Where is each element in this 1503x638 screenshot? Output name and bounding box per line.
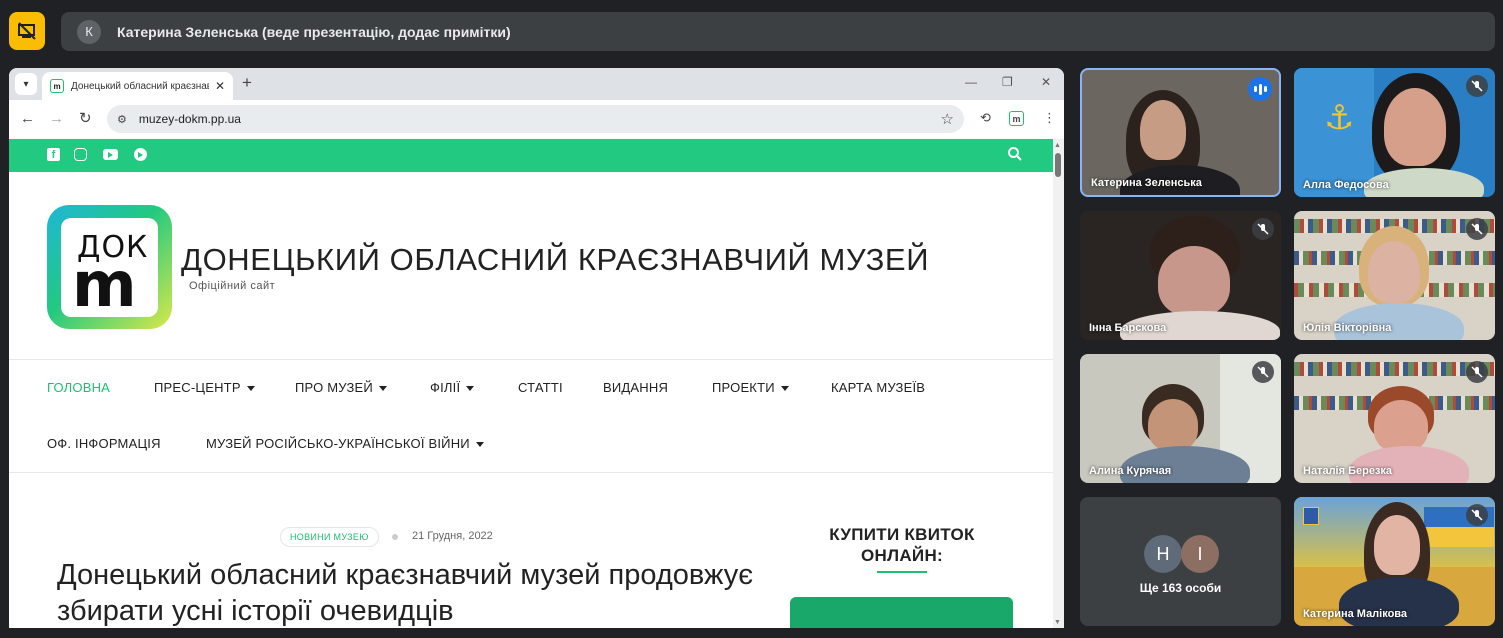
page-scrollbar[interactable]: ▲ ▼	[1053, 139, 1064, 628]
caret-down-icon	[246, 386, 255, 392]
telegram-icon[interactable]	[134, 148, 147, 161]
meeting-window: К Катерина Зеленська (веде презентацію, …	[0, 0, 1503, 638]
mic-off-icon	[1252, 361, 1274, 383]
present-off-icon	[18, 22, 36, 40]
buy-ticket-button[interactable]	[790, 597, 1013, 628]
divider	[9, 472, 1053, 473]
site-title[interactable]: ДОНЕЦЬКИЙ ОБЛАСНИЙ КРАЄЗНАВЧИЙ МУЗЕЙ	[181, 242, 929, 278]
mic-off-icon	[1252, 218, 1274, 240]
caret-down-icon	[378, 386, 387, 392]
youtube-icon[interactable]	[103, 149, 118, 160]
menu-item-official-info[interactable]: ОФ. ІНФОРМАЦІЯ	[47, 436, 161, 451]
menu-item-museum-map[interactable]: КАРТА МУЗЕЇВ	[831, 380, 925, 395]
menu-item-branches[interactable]: ФІЛІЇ	[430, 380, 475, 395]
anchor-emblem-icon: ⚓	[1324, 99, 1355, 137]
participant-name: Алина Курячая	[1089, 465, 1172, 477]
participant-name: Алла Федосова	[1303, 179, 1389, 191]
speaking-indicator-icon	[1248, 77, 1272, 101]
menu-item-projects[interactable]: ПРОЕКТИ	[712, 380, 789, 395]
facebook-icon[interactable]: f	[47, 148, 60, 161]
presenter-banner: К Катерина Зеленська (веде презентацію, …	[61, 12, 1495, 51]
site-favicon-icon: m	[50, 79, 64, 93]
mic-off-icon	[1466, 361, 1488, 383]
browser-toolbar: ← → ↻ ⚙ muzey-dokm.pp.ua ☆ ⟲ m ⋮	[9, 100, 1064, 139]
social-bar: f	[9, 139, 1053, 172]
participant-tile[interactable]: Інна Барскова	[1080, 211, 1281, 340]
reload-button[interactable]: ↻	[79, 110, 92, 128]
menu-item-about[interactable]: ПРО МУЗЕЙ	[295, 380, 387, 395]
participant-tile[interactable]: Алина Курячая	[1080, 354, 1281, 483]
more-menu-icon[interactable]: ⋮	[1043, 110, 1056, 126]
separator-dot	[392, 534, 398, 540]
extension-icon[interactable]: ⟲	[980, 110, 991, 126]
site-info-icon[interactable]: ⚙	[117, 113, 127, 126]
emblem-icon	[1303, 507, 1319, 525]
menu-item-press-center[interactable]: ПРЕС-ЦЕНТР	[154, 380, 255, 395]
scroll-down-icon[interactable]: ▼	[1054, 619, 1061, 626]
logo-letter: m	[72, 248, 137, 321]
participant-name: Катерина Зеленська	[1091, 177, 1202, 189]
menu-item-war-museum[interactable]: МУЗЕЙ РОСІЙСЬКО-УКРАЇНСЬКОЇ ВІЙНИ	[206, 436, 484, 451]
url-text: muzey-dokm.pp.ua	[138, 112, 241, 126]
mic-off-icon	[1466, 504, 1488, 526]
participant-name: Інна Барскова	[1089, 322, 1167, 334]
caret-down-icon	[780, 386, 789, 392]
restore-button[interactable]: ❐	[1002, 75, 1013, 89]
participant-tile[interactable]: Катерина Зеленська	[1080, 68, 1281, 197]
caret-down-icon	[466, 386, 475, 392]
mic-off-icon	[1466, 75, 1488, 97]
caret-down-icon	[475, 442, 484, 448]
menu-item-publications[interactable]: ВИДАННЯ	[603, 380, 668, 395]
post-date: 21 Грудня, 2022	[412, 530, 493, 542]
mic-off-icon	[1466, 218, 1488, 240]
divider	[9, 359, 1053, 360]
shared-browser-window: ▾ m Донецький обласний краєзнавчий музей…	[9, 68, 1064, 628]
close-window-button[interactable]: ✕	[1041, 75, 1051, 89]
new-tab-button[interactable]: +	[242, 74, 252, 92]
participant-tile[interactable]: ⚓ Алла Федосова	[1294, 68, 1495, 197]
participant-name: Юлія Вікторівна	[1303, 322, 1392, 334]
back-button[interactable]: ←	[20, 110, 35, 128]
instagram-icon[interactable]	[74, 148, 87, 161]
participant-name: Катерина Малікова	[1303, 608, 1408, 620]
tab-search-button[interactable]: ▾	[15, 73, 37, 95]
site-subtitle: Офіційний сайт	[189, 280, 276, 292]
participant-tile[interactable]: Юлія Вікторівна	[1294, 211, 1495, 340]
menu-item-articles[interactable]: СТАТТІ	[518, 380, 563, 395]
stop-presenting-button[interactable]	[9, 12, 45, 50]
website-content: f ДОК m ДОНЕЦЬКИЙ ОБЛАСНИЙ КРАЄЗНАВЧИЙ М…	[9, 139, 1053, 628]
site-extension-icon[interactable]: m	[1009, 111, 1024, 126]
minimize-button[interactable]: —	[965, 75, 977, 89]
more-participants-tile[interactable]: Н І Ще 163 особи	[1080, 497, 1281, 626]
tab-title: Донецький обласний краєзнавчий музей	[71, 80, 209, 92]
presenter-label: Катерина Зеленська (веде презентацію, до…	[117, 23, 511, 40]
post-category-badge[interactable]: НОВИНИ МУЗЕЮ	[280, 527, 379, 547]
participant-avatar: Н	[1144, 535, 1182, 573]
search-icon[interactable]	[1007, 146, 1023, 162]
participant-tile[interactable]: Наталія Березка	[1294, 354, 1495, 483]
buy-ticket-heading: КУПИТИ КВИТОК ОНЛАЙН:	[829, 525, 975, 565]
presenter-avatar: К	[77, 19, 101, 44]
bookmark-star-icon[interactable]: ☆	[941, 110, 954, 128]
participant-tile[interactable]: Катерина Малікова	[1294, 497, 1495, 626]
post-title[interactable]: Донецький обласний краєзнавчий музей про…	[57, 557, 757, 628]
participant-name: Наталія Березка	[1303, 465, 1393, 477]
browser-tab[interactable]: m Донецький обласний краєзнавчий музей ✕	[42, 72, 233, 100]
scroll-up-icon[interactable]: ▲	[1054, 142, 1061, 149]
tab-strip: ▾ m Донецький обласний краєзнавчий музей…	[9, 68, 1064, 100]
scroll-thumb[interactable]	[1055, 153, 1061, 177]
address-bar[interactable]: ⚙ muzey-dokm.pp.ua ☆	[107, 105, 964, 133]
participant-avatar: І	[1181, 535, 1219, 573]
chevron-down-icon: ▾	[23, 78, 29, 90]
more-participants-label: Ще 163 особи	[1139, 581, 1222, 595]
tab-close-button[interactable]: ✕	[215, 79, 225, 93]
museum-logo[interactable]: ДОК m	[47, 205, 172, 329]
forward-button[interactable]: →	[49, 110, 64, 128]
menu-item-home[interactable]: ГОЛОВНА	[47, 380, 110, 395]
heading-underline	[877, 571, 927, 573]
